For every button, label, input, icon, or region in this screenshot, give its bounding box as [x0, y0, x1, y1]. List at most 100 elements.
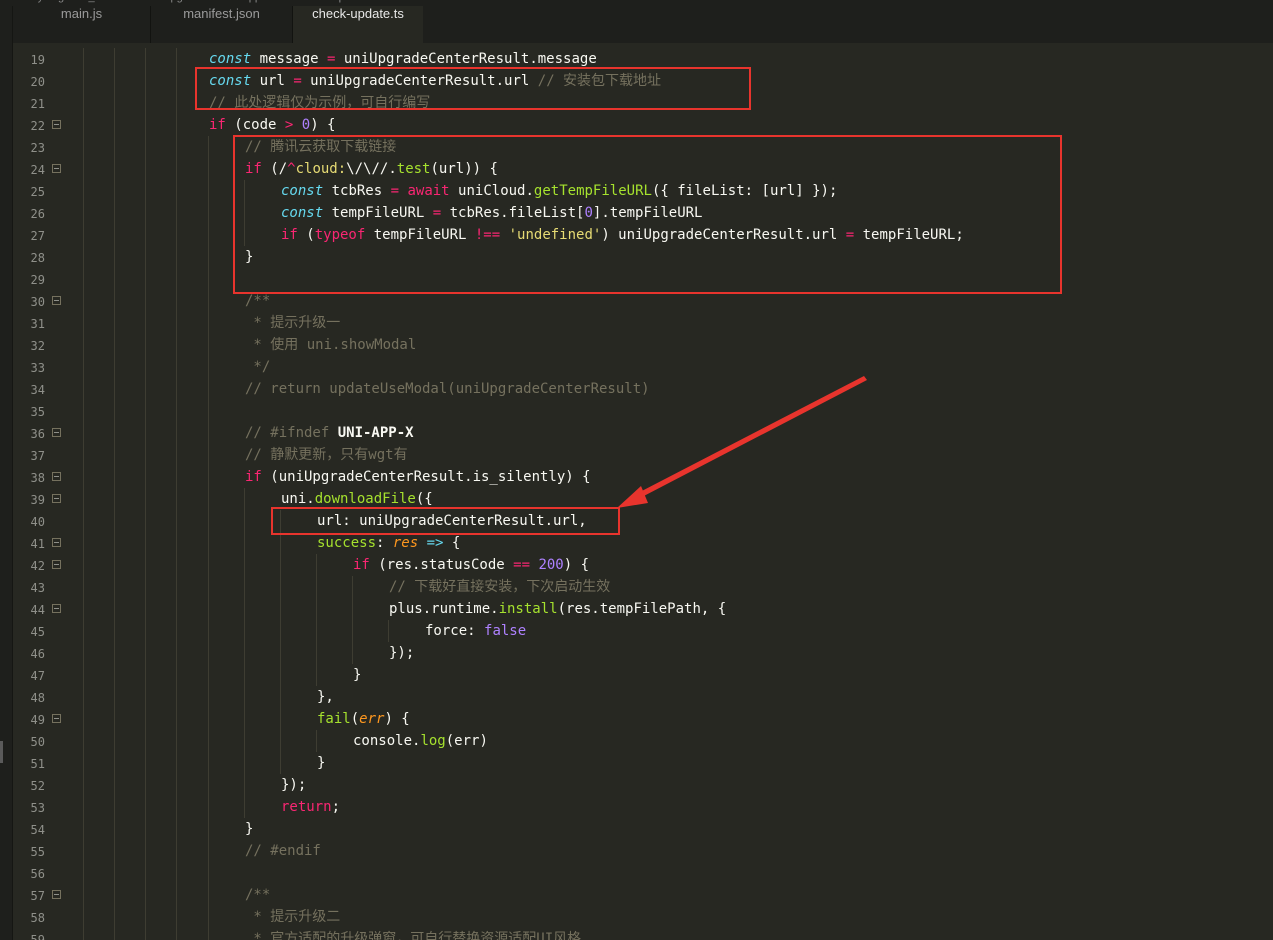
- indent-guide: [208, 796, 209, 818]
- code-line[interactable]: 45 force: false: [13, 620, 1273, 642]
- code-line[interactable]: 51}: [13, 752, 1273, 774]
- indent-guide: [114, 554, 115, 576]
- fold-toggle-icon[interactable]: [52, 472, 61, 481]
- line-number: 48: [30, 691, 45, 705]
- fold-toggle-icon[interactable]: [52, 560, 61, 569]
- code-line[interactable]: 23 // 腾讯云获取下载链接: [13, 136, 1273, 158]
- code-line[interactable]: 41 success: res => {: [13, 532, 1273, 554]
- indent-guide: [176, 510, 177, 532]
- code-line[interactable]: 27 if (typeof tempFileURL !== 'undefined'…: [13, 224, 1273, 246]
- code-line[interactable]: 25 const tcbRes = await uniCloud.getTempF…: [13, 180, 1273, 202]
- code-line[interactable]: 37 // 静默更新，只有wgt有: [13, 444, 1273, 466]
- indent-guide: [208, 488, 209, 510]
- code-line[interactable]: 19 const message = uniUpgradeCenterResult…: [13, 48, 1273, 70]
- indent-guide: [114, 224, 115, 246]
- code-line[interactable]: 59 * 官方适配的升级弹窗，可自行替换资源适配UI风格: [13, 928, 1273, 940]
- code-token: if: [353, 557, 370, 573]
- fold-toggle-icon[interactable]: [52, 120, 61, 129]
- code-token: UNI-APP-X: [337, 425, 414, 441]
- code-line[interactable]: 39 uni.downloadFile({: [13, 488, 1273, 510]
- code-line[interactable]: 40 url: uniUpgradeCenterResult.url,: [13, 510, 1273, 532]
- code-line[interactable]: 32 * 使用 uni.showModal: [13, 334, 1273, 356]
- code-line[interactable]: 50 console.log(err): [13, 730, 1273, 752]
- code-line[interactable]: 47}: [13, 664, 1273, 686]
- code-line[interactable]: 55 // #endif: [13, 840, 1273, 862]
- code-line[interactable]: 31 * 提示升级一: [13, 312, 1273, 334]
- code-token: await: [407, 183, 450, 199]
- code-editor[interactable]: 19 const message = uniUpgradeCenterResult…: [13, 43, 1273, 940]
- indent-guide: [208, 664, 209, 686]
- code-token: if: [209, 117, 226, 133]
- code-line[interactable]: 58 * 提示升级二: [13, 906, 1273, 928]
- code-token: fail: [317, 711, 351, 727]
- indent-guide: [83, 400, 84, 422]
- tab-check-update-ts[interactable]: check-update.ts: [293, 6, 423, 43]
- code-line[interactable]: 56: [13, 862, 1273, 884]
- code-token: log: [420, 733, 446, 749]
- fold-toggle-icon[interactable]: [52, 538, 61, 547]
- fold-toggle-icon[interactable]: [52, 890, 61, 899]
- indent-guide: [208, 334, 209, 356]
- code-line[interactable]: 33 */: [13, 356, 1273, 378]
- code-line[interactable]: 44 plus.runtime.install(res.tempFilePath,…: [13, 598, 1273, 620]
- code-line[interactable]: 29: [13, 268, 1273, 290]
- tab-manifest-json[interactable]: manifest.json: [151, 6, 293, 43]
- indent-guide: [83, 356, 84, 378]
- indent-guide: [114, 334, 115, 356]
- line-number: 29: [30, 273, 45, 287]
- code-line[interactable]: 48},: [13, 686, 1273, 708]
- code-line[interactable]: 22 if (code > 0) {: [13, 114, 1273, 136]
- indent-guide: [208, 620, 209, 642]
- code-line[interactable]: 35: [13, 400, 1273, 422]
- indent-guide: [145, 752, 146, 774]
- code-token: ^: [287, 161, 296, 177]
- code-line[interactable]: 53 return;: [13, 796, 1273, 818]
- code-line[interactable]: 24 if (/^cloud:\/\//.test(url)) {: [13, 158, 1273, 180]
- indent-guide: [208, 686, 209, 708]
- code-line[interactable]: 42 if (res.statusCode == 200) {: [13, 554, 1273, 576]
- code-line[interactable]: 20 const url = uniUpgradeCenterResult.url…: [13, 70, 1273, 92]
- code-line[interactable]: 43 // 下载好直接安装，下次启动生效: [13, 576, 1273, 598]
- code-token: // #endif: [245, 843, 321, 859]
- line-number: 34: [30, 383, 45, 397]
- indent-guide: [145, 224, 146, 246]
- code-line[interactable]: 57 /**: [13, 884, 1273, 906]
- code-line[interactable]: 28}: [13, 246, 1273, 268]
- indent-guide: [176, 378, 177, 400]
- indent-guide: [114, 576, 115, 598]
- code-line[interactable]: 34 // return updateUseModal(uniUpgradeCen…: [13, 378, 1273, 400]
- indent-guide: [208, 312, 209, 334]
- code-line[interactable]: 36 // #ifndef UNI-APP-X: [13, 422, 1273, 444]
- code-line[interactable]: 26 const tempFileURL = tcbRes.fileList[0]…: [13, 202, 1273, 224]
- line-number: 55: [30, 845, 45, 859]
- code-line[interactable]: 46});: [13, 642, 1273, 664]
- indent-guide: [83, 224, 84, 246]
- fold-toggle-icon[interactable]: [52, 296, 61, 305]
- indent-guide: [83, 884, 84, 906]
- indent-guide: [114, 862, 115, 884]
- line-number: 57: [30, 889, 45, 903]
- fold-toggle-icon[interactable]: [52, 164, 61, 173]
- indent-guide: [176, 774, 177, 796]
- indent-guide: [145, 268, 146, 290]
- indent-guide: [145, 246, 146, 268]
- code-line[interactable]: 49 fail(err) {: [13, 708, 1273, 730]
- indent-guide: [208, 906, 209, 928]
- fold-toggle-icon[interactable]: [52, 494, 61, 503]
- code-token: const: [209, 73, 252, 89]
- tab-main-js[interactable]: main.js: [13, 6, 151, 43]
- code-token: success: [317, 535, 377, 551]
- scroll-indicator[interactable]: [0, 741, 3, 763]
- indent-guide: [176, 114, 177, 136]
- code-line[interactable]: 38 if (uniUpgradeCenterResult.is_silently…: [13, 466, 1273, 488]
- code-token: 0: [584, 205, 593, 221]
- fold-toggle-icon[interactable]: [52, 428, 61, 437]
- code-line[interactable]: 30 /**: [13, 290, 1273, 312]
- code-line[interactable]: 54}: [13, 818, 1273, 840]
- fold-toggle-icon[interactable]: [52, 714, 61, 723]
- fold-toggle-icon[interactable]: [52, 604, 61, 613]
- indent-guide: [145, 664, 146, 686]
- code-text: const tcbRes = await uniCloud.getTempFil…: [281, 180, 837, 202]
- code-line[interactable]: 52});: [13, 774, 1273, 796]
- code-line[interactable]: 21 // 此处逻辑仅为示例，可自行编写: [13, 92, 1273, 114]
